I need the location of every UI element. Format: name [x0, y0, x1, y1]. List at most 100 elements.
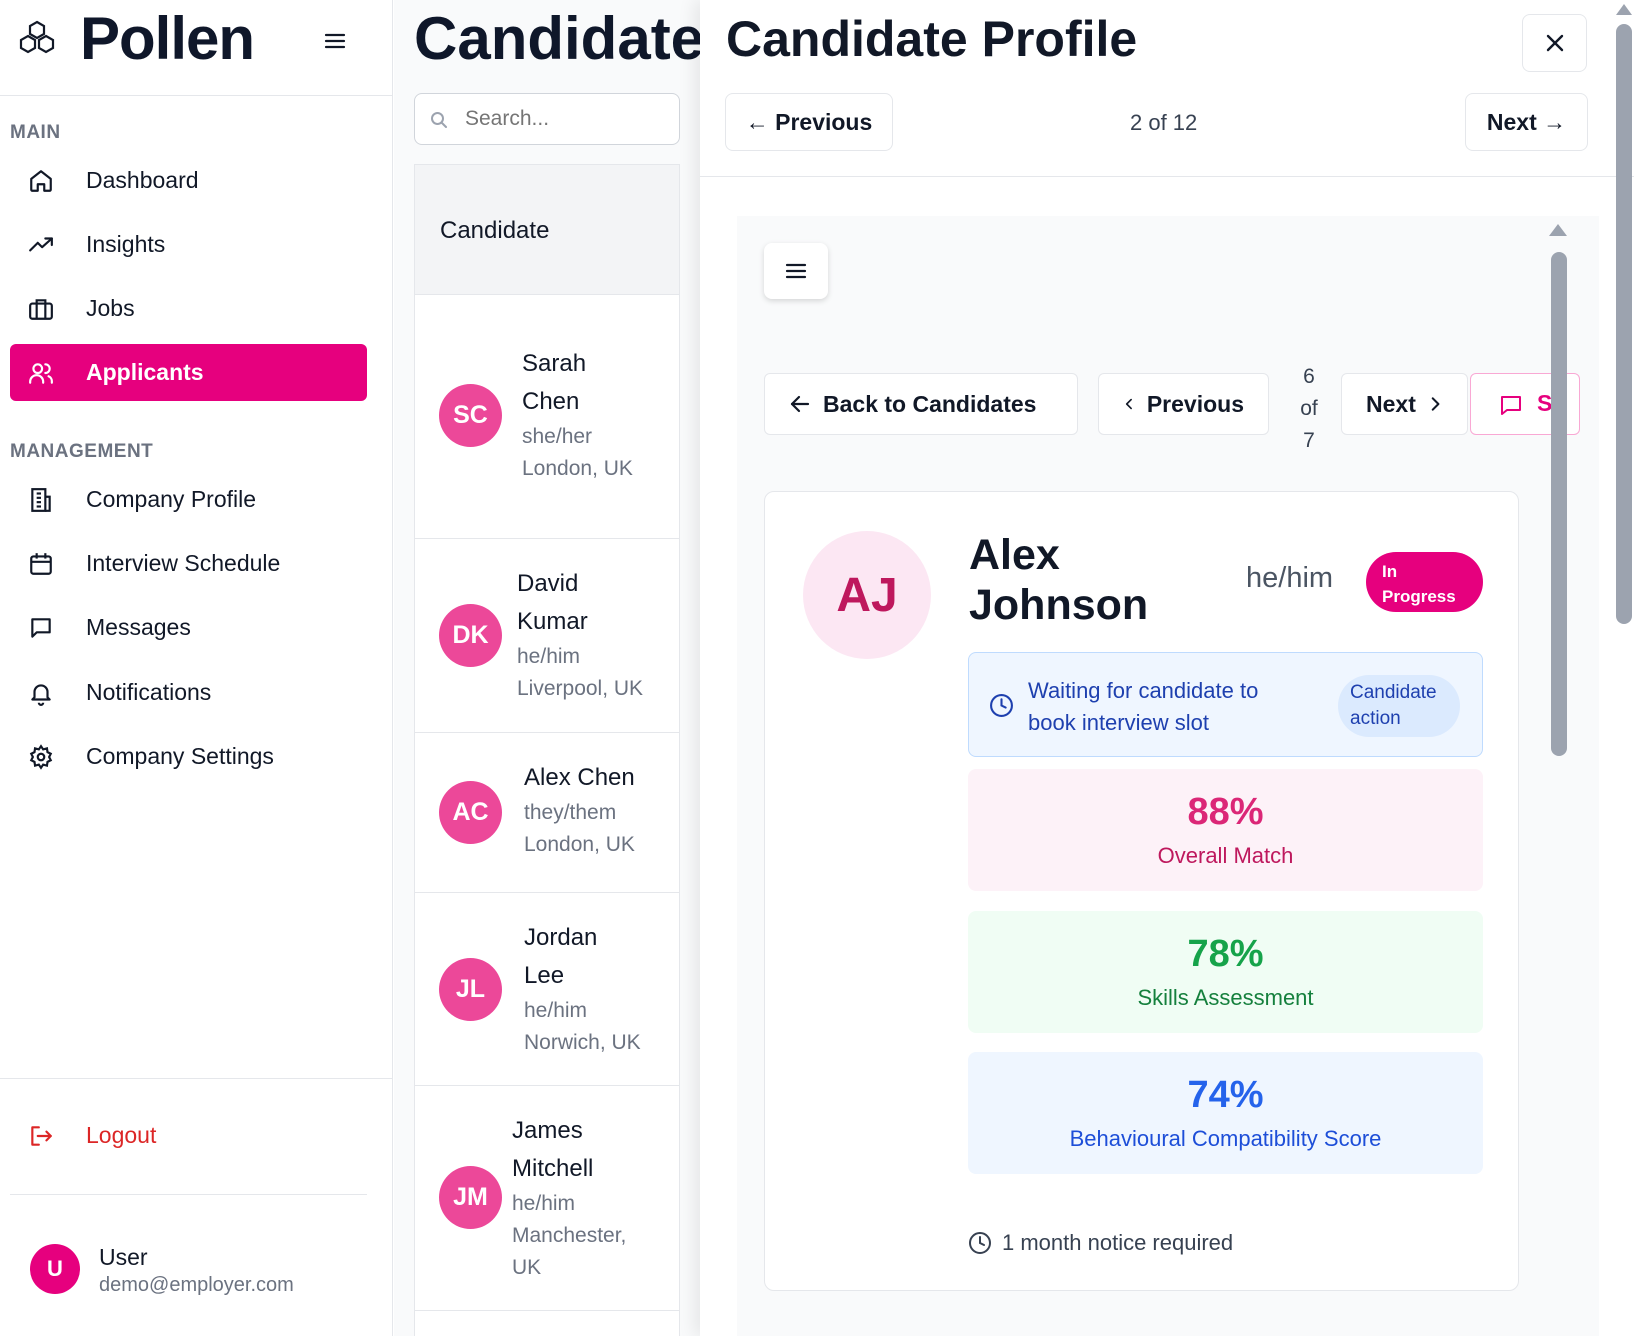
overall-match-value: 88% — [1187, 791, 1264, 833]
app-root: Pollen MAIN Dashboard Insights Jobs Appl… — [0, 0, 1634, 1336]
avatar: AJ — [803, 531, 931, 659]
sidebar-item-label: Applicants — [86, 359, 204, 385]
detail-next-button[interactable]: Next — [1341, 373, 1468, 435]
sidebar-item-applicants[interactable]: Applicants — [10, 344, 367, 401]
sidebar-item-dashboard[interactable]: Dashboard — [10, 152, 367, 209]
scroll-up-arrow[interactable] — [1549, 224, 1567, 236]
detail-previous-button[interactable]: Previous — [1098, 373, 1269, 435]
sidebar-item-jobs[interactable]: Jobs — [10, 280, 367, 337]
notice-text: 1 month notice required — [1002, 1230, 1234, 1255]
avatar: U — [30, 1244, 80, 1294]
next-label: Next — [1366, 390, 1416, 417]
sidebar-item-label: Company Settings — [86, 743, 274, 769]
table-row[interactable]: DK David Kumar he/him Liverpool, UK — [415, 539, 679, 733]
notice-period: 1 month notice required — [968, 1230, 1233, 1256]
sidebar-item-messages[interactable]: Messages — [10, 599, 367, 656]
bell-icon — [31, 684, 51, 706]
home-icon — [30, 170, 52, 192]
candidate-location: London, UK — [524, 833, 635, 856]
candidate-pronouns: he/him — [512, 1192, 576, 1215]
candidate-name: Alex Johnson — [969, 531, 1149, 629]
behavioural-score-label: Behavioural Compatibility Score — [1069, 1126, 1382, 1151]
avatar: JL — [439, 958, 502, 1021]
logout-icon — [31, 1126, 52, 1146]
trending-up-icon — [29, 237, 53, 252]
logout-button[interactable]: Logout — [10, 1107, 367, 1164]
candidates-list-column: Candidates Candidate SC SarahChen she/he… — [394, 0, 700, 1336]
avatar: DK — [439, 604, 502, 667]
page-scroll-up-arrow[interactable] — [1616, 4, 1632, 15]
table-row[interactable]: JM James Mitchell he/him Manchester, UK — [415, 1086, 679, 1311]
search-box[interactable] — [414, 93, 680, 145]
menu-icon — [785, 263, 807, 279]
chevron-right-icon — [1431, 397, 1440, 411]
briefcase-icon — [29, 299, 53, 320]
page-scrollbar[interactable] — [1616, 24, 1632, 624]
previous-label: Previous — [1146, 390, 1244, 417]
candidate-name: Jordan Lee — [524, 924, 598, 989]
candidate-location: London, UK — [522, 457, 633, 480]
clock-icon — [990, 694, 1013, 717]
sidebar-item-interview-schedule[interactable]: Interview Schedule — [10, 535, 367, 592]
column-header-candidate[interactable]: Candidate — [440, 217, 549, 245]
avatar: JM — [439, 1166, 502, 1229]
table-row[interactable]: AC Alex Chen they/them London, UK — [415, 733, 679, 893]
candidate-name: David Kumar — [517, 570, 588, 635]
detail-menu-button[interactable] — [764, 243, 828, 299]
message-icon — [31, 618, 51, 638]
candidates-table: Candidate SC Sarah Chen she/her London, U… — [414, 164, 680, 1336]
panel-divider — [700, 176, 1634, 177]
clock-icon — [969, 1232, 991, 1254]
sidebar-item-label: Interview Schedule — [86, 550, 281, 576]
close-icon — [1546, 34, 1563, 52]
chevron-left-icon — [1125, 398, 1132, 410]
skills-assessment-value: 78% — [1187, 933, 1264, 975]
sidebar-item-company-profile[interactable]: Company Profile — [10, 471, 367, 528]
page-title: Candidates — [414, 5, 700, 72]
main-section-label: MAIN — [10, 122, 61, 143]
arrow-left-icon — [790, 395, 810, 413]
panel-title: Candidate Profile — [726, 11, 1138, 67]
sidebar: Pollen MAIN Dashboard Insights Jobs Appl… — [0, 0, 393, 1336]
status-message: Waiting for candidate to book interview s… — [1028, 678, 1259, 735]
table-row[interactable]: SC Sarah Chen she/her London, UK — [415, 295, 679, 539]
app-name: Pollen — [80, 5, 255, 72]
table-row[interactable]: JL Jordan Lee he/him Norwich, UK — [415, 893, 679, 1086]
avatar: AC — [439, 781, 502, 844]
sidebar-item-insights[interactable]: Insights — [10, 216, 367, 273]
back-to-candidates-button[interactable]: Back to Candidates — [764, 373, 1078, 435]
panel-next-button[interactable]: Next → — [1465, 93, 1588, 151]
sidebar-item-label: Notifications — [86, 679, 212, 705]
status-badge: In Progress — [1366, 552, 1483, 612]
candidate-name: James Mitchell — [512, 1117, 594, 1182]
gear-icon — [29, 744, 53, 770]
sidebar-divider — [10, 1194, 367, 1195]
menu-icon[interactable] — [322, 28, 348, 54]
detail-counter: 6 of 7 — [1300, 365, 1318, 452]
close-button[interactable] — [1522, 14, 1587, 72]
table-header: Candidate — [415, 165, 679, 295]
sidebar-item-company-settings[interactable]: Company Settings — [10, 728, 367, 785]
candidate-pronouns: they/them — [524, 801, 617, 824]
status-callout: Waiting for candidate to book interview s… — [968, 652, 1483, 757]
sidebar-item-label: Dashboard — [86, 167, 199, 193]
message-icon — [1501, 396, 1521, 415]
user-name: User — [99, 1244, 148, 1270]
sidebar-item-label: Jobs — [86, 295, 135, 321]
candidate-name: Alex Chen — [524, 764, 635, 791]
sidebar-item-label: Insights — [86, 231, 166, 257]
behavioural-score-value: 74% — [1187, 1074, 1264, 1116]
sidebar-item-notifications[interactable]: Notifications — [10, 664, 367, 721]
user-email: demo@employer.com — [99, 1274, 294, 1296]
overall-match-label: Overall Match — [1157, 843, 1294, 868]
search-input[interactable] — [465, 104, 665, 134]
users-icon — [29, 363, 53, 384]
panel-counter: 2 of 12 — [1130, 110, 1198, 135]
building-icon — [31, 488, 51, 512]
scrollbar[interactable] — [1551, 252, 1567, 756]
candidate-pronouns: he/him — [517, 645, 581, 668]
avatar: SC — [439, 384, 502, 447]
pollen-logo-icon — [19, 20, 55, 54]
panel-previous-button[interactable]: ← Previous — [725, 93, 893, 151]
overall-match-card: 88% Overall Match — [968, 769, 1483, 891]
